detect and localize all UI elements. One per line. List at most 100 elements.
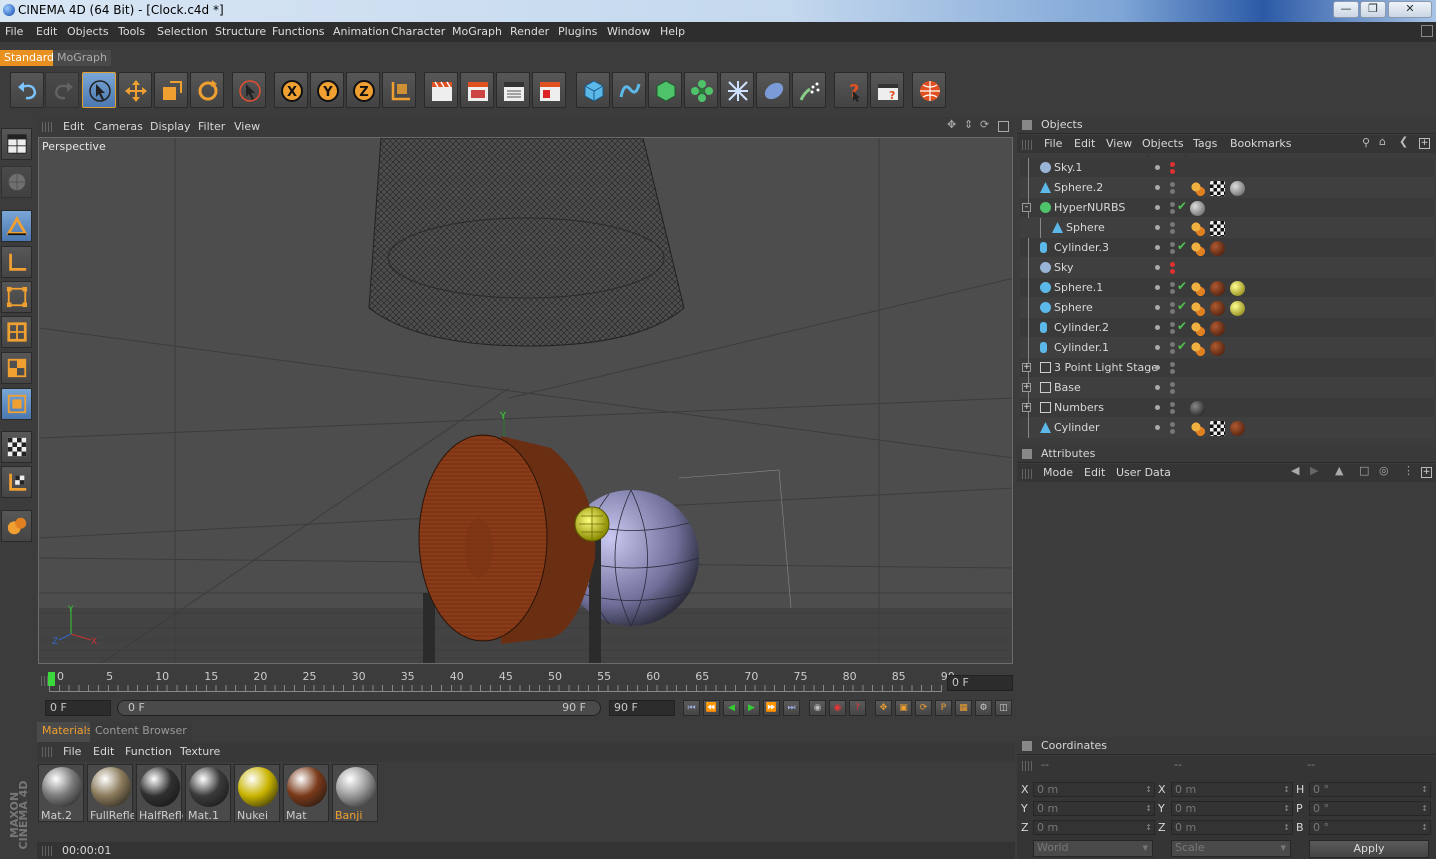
- object-mode-button[interactable]: [1, 246, 32, 278]
- object-row[interactable]: Sphere ✔: [1020, 298, 1434, 318]
- viewport-zoom-icon[interactable]: ⇕: [964, 118, 973, 131]
- go-to-end-button[interactable]: ⏭: [783, 700, 800, 716]
- render-view-button[interactable]: [424, 72, 458, 108]
- live-selection-button[interactable]: [232, 72, 266, 108]
- visibility-editor-dot[interactable]: [1155, 365, 1160, 370]
- model-mode-button[interactable]: [1, 210, 32, 242]
- coord-field[interactable]: 0 m ↕: [1033, 820, 1155, 835]
- objects-menu-file[interactable]: File: [1044, 137, 1062, 150]
- visibility-render-dot[interactable]: [1170, 282, 1175, 287]
- points-mode-button[interactable]: [1, 281, 32, 313]
- stepper-icon[interactable]: ↕: [1283, 783, 1290, 796]
- visibility-render-dot[interactable]: [1170, 322, 1175, 327]
- material-swatch[interactable]: Mat.1: [185, 764, 231, 822]
- tag-gold-icon[interactable]: [1230, 301, 1245, 316]
- keyframe-help-button[interactable]: ?: [849, 700, 866, 716]
- timeline-layout-button[interactable]: ◫: [995, 700, 1012, 716]
- next-key-button[interactable]: ⏩: [763, 700, 780, 716]
- current-frame-field[interactable]: 0 F: [947, 675, 1013, 691]
- visibility-editor-dot[interactable]: [1155, 285, 1160, 290]
- arrow-left-icon[interactable]: ◀: [1291, 464, 1299, 477]
- menu-animation[interactable]: Animation: [333, 25, 389, 38]
- rotate-button[interactable]: [190, 72, 224, 108]
- objects-menu-bookmarks[interactable]: Bookmarks: [1230, 137, 1291, 150]
- scene-button[interactable]: [756, 72, 790, 108]
- z-axis-button[interactable]: Z: [346, 72, 380, 108]
- coord-field[interactable]: 0 m ↕: [1171, 782, 1293, 797]
- home-icon[interactable]: ⌂: [1379, 135, 1386, 148]
- visibility-render-dot-lower[interactable]: [1170, 289, 1175, 294]
- tab-materials[interactable]: Materials: [37, 722, 98, 742]
- material-swatch[interactable]: Nukei: [234, 764, 280, 822]
- menu-functions[interactable]: Functions: [272, 25, 325, 38]
- stepper-icon[interactable]: ↕: [1283, 802, 1290, 815]
- help-button[interactable]: ?: [834, 72, 868, 108]
- menu-selection[interactable]: Selection: [157, 25, 208, 38]
- tag-wood-icon[interactable]: [1210, 241, 1225, 256]
- menu-character[interactable]: Character: [391, 25, 445, 38]
- visibility-render-dot-lower[interactable]: [1170, 409, 1175, 414]
- object-row[interactable]: Cylinder: [1020, 418, 1434, 438]
- key-rotation-button[interactable]: ⟳: [915, 700, 932, 716]
- coordinate-scale-select[interactable]: Scale ▾: [1171, 840, 1291, 857]
- stepper-icon[interactable]: ↕: [1145, 821, 1152, 834]
- menu-plugins[interactable]: Plugins: [558, 25, 597, 38]
- attributes-menu-mode[interactable]: Mode: [1043, 466, 1073, 479]
- collapse-icon[interactable]: -: [1022, 203, 1031, 212]
- tag-gray-icon[interactable]: [1230, 181, 1245, 196]
- tag-gray-icon[interactable]: [1190, 201, 1205, 216]
- viewport-menu-display[interactable]: Display: [150, 120, 191, 133]
- visibility-render-dot[interactable]: [1170, 202, 1175, 207]
- visibility-render-dot-lower[interactable]: [1170, 209, 1175, 214]
- back-icon[interactable]: ❮: [1399, 135, 1408, 148]
- object-row[interactable]: Sphere: [1020, 218, 1434, 238]
- key-position-button[interactable]: ✥: [875, 700, 892, 716]
- autokey-button[interactable]: ◉: [829, 700, 846, 716]
- play-backward-button[interactable]: ◀: [723, 700, 740, 716]
- enabled-check-icon[interactable]: ✔: [1177, 199, 1187, 213]
- tag-wood-icon[interactable]: [1210, 301, 1225, 316]
- options-icon[interactable]: ⋮: [1403, 464, 1414, 477]
- object-row[interactable]: Sphere.1 ✔: [1020, 278, 1434, 298]
- polygons-mode-button[interactable]: [1, 352, 32, 384]
- coord-field[interactable]: 0 ° ↕: [1309, 820, 1431, 835]
- tag-phong-icon[interactable]: [1190, 341, 1205, 356]
- visibility-render-dot-lower[interactable]: [1170, 329, 1175, 334]
- tag-wood-icon[interactable]: [1210, 321, 1225, 336]
- range-slider[interactable]: 0 F 90 F: [117, 700, 601, 716]
- nurbs-button[interactable]: [648, 72, 682, 108]
- key-pla-button[interactable]: ▦: [955, 700, 972, 716]
- tag-phong-icon[interactable]: [1190, 281, 1205, 296]
- attributes-menu-user-data[interactable]: User Data: [1116, 466, 1171, 479]
- objects-menu-view[interactable]: View: [1106, 137, 1132, 150]
- expand-icon[interactable]: +: [1022, 363, 1031, 372]
- objects-menu-tags[interactable]: Tags: [1193, 137, 1217, 150]
- tag-checker-icon[interactable]: [1210, 221, 1225, 236]
- visibility-render-dot[interactable]: [1170, 222, 1175, 227]
- visibility-render-dot[interactable]: [1170, 302, 1175, 307]
- deformer-button[interactable]: [720, 72, 754, 108]
- visibility-editor-dot[interactable]: [1155, 425, 1160, 430]
- visibility-render-dot-lower[interactable]: [1170, 349, 1175, 354]
- coordinate-mode-select[interactable]: World ▾: [1033, 840, 1153, 857]
- material-swatch[interactable]: Mat.2: [38, 764, 84, 822]
- coordinate-system-button[interactable]: [382, 72, 416, 108]
- redo-button[interactable]: [45, 72, 79, 108]
- visibility-render-dot[interactable]: [1170, 342, 1175, 347]
- tag-wood-icon[interactable]: [1210, 341, 1225, 356]
- coord-field[interactable]: 0 m ↕: [1171, 820, 1293, 835]
- object-row[interactable]: Cylinder.3 ✔: [1020, 238, 1434, 258]
- object-row[interactable]: +3 Point Light Stage: [1020, 358, 1434, 378]
- objects-menu-objects[interactable]: Objects: [1142, 137, 1184, 150]
- visibility-editor-dot[interactable]: [1155, 405, 1160, 410]
- play-forward-button[interactable]: ▶: [743, 700, 760, 716]
- material-menu-function[interactable]: Function: [125, 745, 172, 758]
- visibility-render-dot[interactable]: [1170, 162, 1175, 167]
- visibility-editor-dot[interactable]: [1155, 205, 1160, 210]
- object-row[interactable]: - HyperNURBS ✔: [1020, 198, 1434, 218]
- visibility-editor-dot[interactable]: [1155, 225, 1160, 230]
- go-to-start-button[interactable]: ⏮: [683, 700, 700, 716]
- visibility-render-dot-lower[interactable]: [1170, 309, 1175, 314]
- viewport-menu-edit[interactable]: Edit: [63, 120, 84, 133]
- enabled-check-icon[interactable]: ✔: [1177, 239, 1187, 253]
